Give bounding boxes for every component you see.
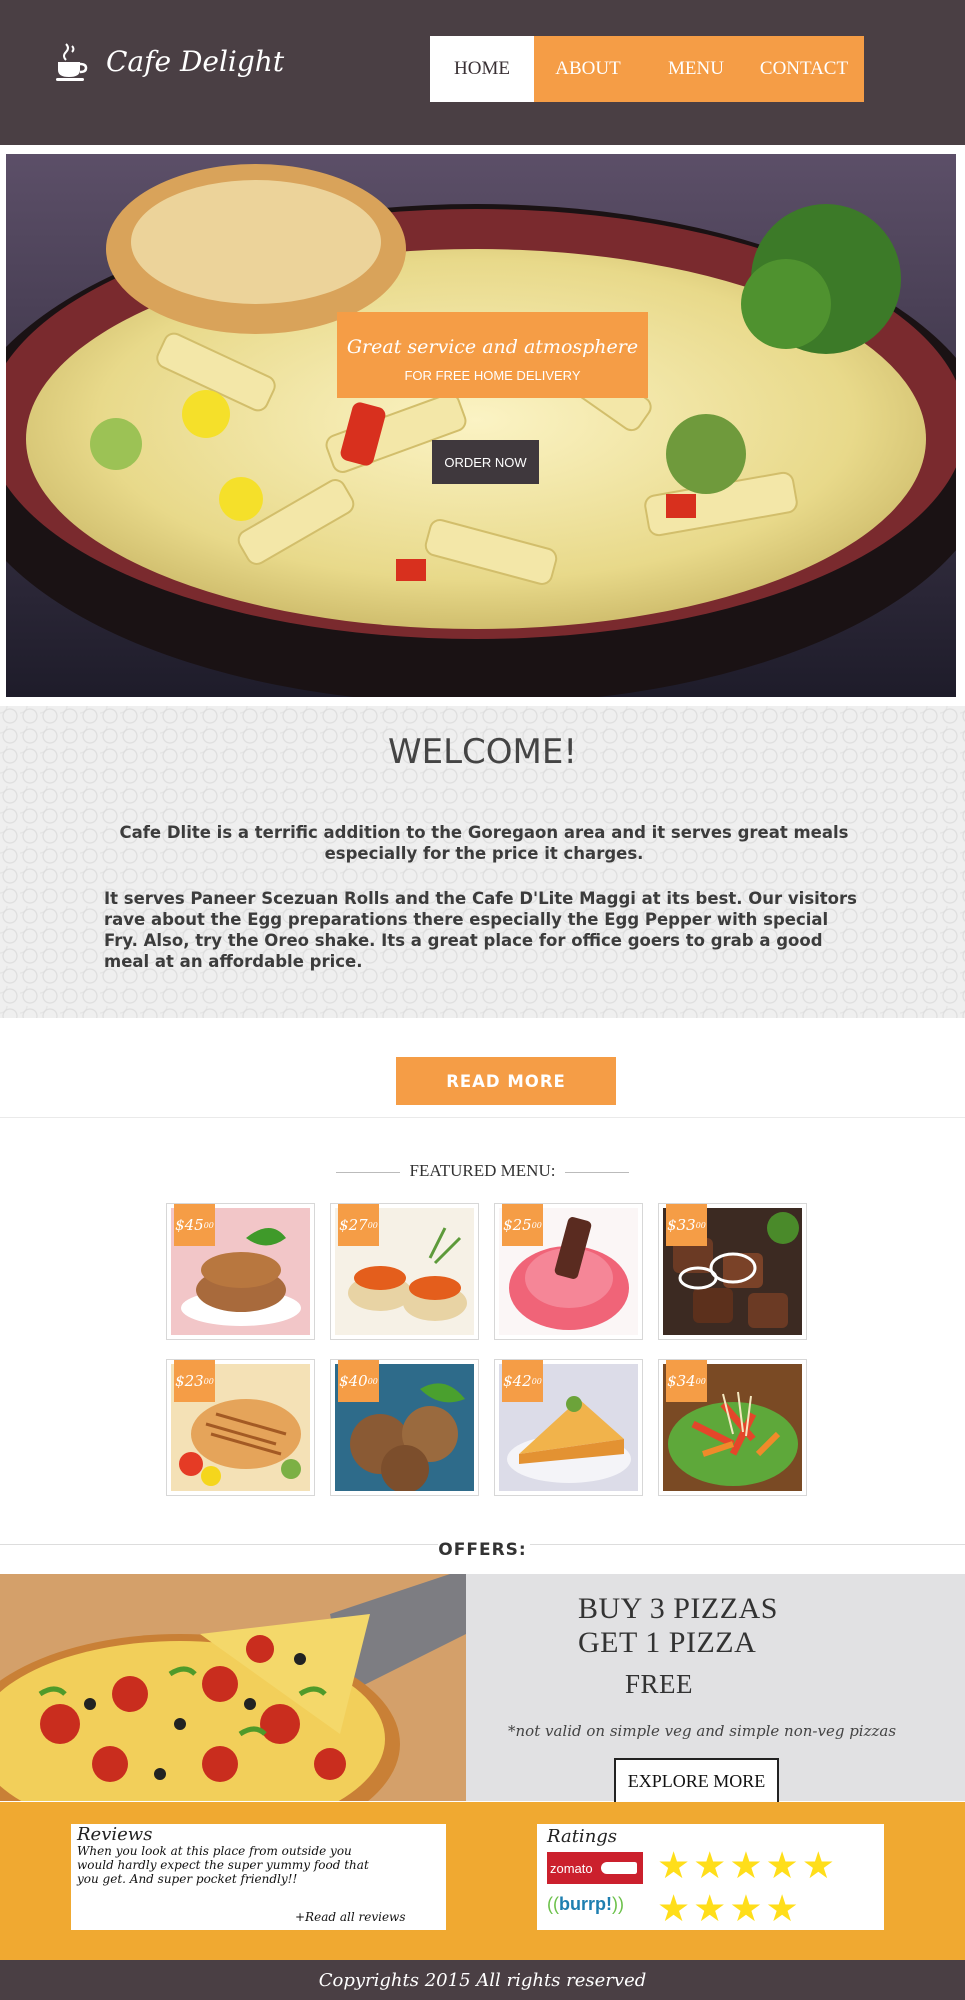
zomato-label: zomato [550,1860,593,1876]
price-cents: 00 [203,1376,214,1386]
price-cents: 00 [367,1220,378,1230]
nav-contact[interactable]: CONTACT [750,36,858,102]
price-tag: $42 00 [502,1360,543,1402]
star-icon: ★ [657,1844,694,1887]
welcome-paragraph-2: It serves Paneer Scezuan Rolls and the C… [104,889,857,971]
wave-icon: )) [612,1894,624,1914]
coffee-cup-icon [56,40,88,82]
ratings-title: Ratings [547,1826,618,1847]
main-nav: HOME ABOUT MENU CONTACT [430,36,864,102]
price-cents: 00 [367,1376,378,1386]
menu-item[interactable]: $45 00 [166,1203,315,1340]
page: Cafe Delight HOME ABOUT MENU CONTACT Gre… [0,0,965,2000]
price-cents: 00 [695,1220,706,1230]
offer-note: *not valid on simple veg and simple non-… [508,1722,897,1740]
burrp-label: burrp! [559,1894,612,1914]
order-now-button[interactable]: ORDER NOW [432,440,539,484]
hero-subtitle: FOR FREE HOME DELIVERY [404,368,581,383]
logo[interactable]: Cafe Delight [56,40,284,82]
offer-line-2: GET 1 PIZZA [578,1626,757,1659]
price-tag: $40 00 [338,1360,379,1402]
price-cents: 00 [531,1220,542,1230]
price-value: $40 [339,1372,368,1390]
zomato-logo[interactable]: zomato [547,1852,643,1884]
logo-text: Cafe Delight [106,44,285,78]
price-tag: $33 00 [666,1204,707,1246]
hero-banner: Great service and atmosphere FOR FREE HO… [6,154,956,697]
price-value: $34 [667,1372,696,1390]
star-icon: ★ [765,1887,802,1930]
menu-item[interactable]: $34 00 [658,1359,807,1496]
price-tag: $45 00 [174,1204,215,1246]
price-tag: $23 00 [174,1360,215,1402]
price-value: $27 [339,1216,368,1234]
menu-item[interactable]: $40 00 [330,1359,479,1496]
reviews-box: Reviews When you look at this place from… [71,1824,446,1930]
offer-line-1: BUY 3 PIZZAS [578,1592,778,1625]
nav-home[interactable]: HOME [430,36,534,102]
divider [0,1117,965,1118]
read-more-button[interactable]: READ MORE [396,1057,616,1105]
price-value: $42 [503,1372,532,1390]
offer-panel: BUY 3 PIZZAS GET 1 PIZZA FREE *not valid… [466,1574,965,1804]
price-tag: $34 00 [666,1360,707,1402]
reviews-title: Reviews [77,1824,153,1845]
welcome-paragraph-1: Cafe Dlite is a terrific addition to the… [119,823,849,863]
burrp-stars: ★★★★ [657,1889,802,1929]
wave-icon: (( [547,1894,559,1914]
explore-more-button[interactable]: EXPLORE MORE [614,1758,779,1804]
offer-pizza-image [0,1574,466,1801]
site-header: Cafe Delight HOME ABOUT MENU CONTACT [0,0,965,145]
price-cents: 00 [203,1220,214,1230]
ratings-box: Ratings zomato ((burrp!)) ★★★★★ ★★★★ [537,1824,884,1930]
menu-item[interactable]: $27 00 [330,1203,479,1340]
menu-item[interactable]: $33 00 [658,1203,807,1340]
nav-menu[interactable]: MENU [642,36,750,102]
price-tag: $25 00 [502,1204,543,1246]
hero-pasta-image [6,154,956,697]
reviews-ratings-band: Reviews When you look at this place from… [0,1802,965,1960]
price-value: $33 [667,1216,696,1234]
star-icon: ★ [801,1844,838,1887]
welcome-title: WELCOME! [388,732,577,772]
review-text: When you look at this place from outside… [77,1844,369,1886]
read-all-reviews-link[interactable]: +Read all reviews [295,1910,405,1924]
menu-item[interactable]: $25 00 [494,1203,643,1340]
price-value: $23 [175,1372,204,1390]
hero-tagline-box: Great service and atmosphere FOR FREE HO… [337,312,648,398]
hero-tagline: Great service and atmosphere [346,336,639,358]
burrp-logo[interactable]: ((burrp!)) [547,1894,639,1920]
offer-line-3: FREE [625,1669,694,1699]
divider [335,1171,400,1173]
featured-menu-grid: $45 00 $27 00 $25 00 $33 00 $23 00 $40 0… [166,1203,809,1496]
price-cents: 00 [695,1376,706,1386]
copyright-text: Copyrights 2015 All rights reserved [318,1969,647,1991]
divider [565,1171,630,1173]
star-icon: ★ [729,1887,766,1930]
zomato-stars: ★★★★★ [657,1846,838,1886]
star-icon: ★ [693,1844,730,1887]
price-tag: $27 00 [338,1204,379,1246]
star-icon: ★ [729,1844,766,1887]
welcome-section: WELCOME! Cafe Dlite is a terrific additi… [0,706,965,1018]
spoon-icon [600,1862,637,1874]
price-value: $25 [503,1216,532,1234]
copyright-bar: Copyrights 2015 All rights reserved [0,1960,965,2000]
star-icon: ★ [765,1844,802,1887]
menu-item[interactable]: $23 00 [166,1359,315,1496]
price-value: $45 [175,1216,204,1234]
featured-menu-label: FEATURED MENU: [409,1161,556,1180]
price-cents: 00 [531,1376,542,1386]
menu-item[interactable]: $42 00 [494,1359,643,1496]
nav-about[interactable]: ABOUT [534,36,642,102]
featured-menu-title: FEATURED MENU: [0,1161,965,1181]
offers-title: OFFERS: [438,1540,527,1560]
star-icon: ★ [657,1887,694,1930]
star-icon: ★ [693,1887,730,1930]
